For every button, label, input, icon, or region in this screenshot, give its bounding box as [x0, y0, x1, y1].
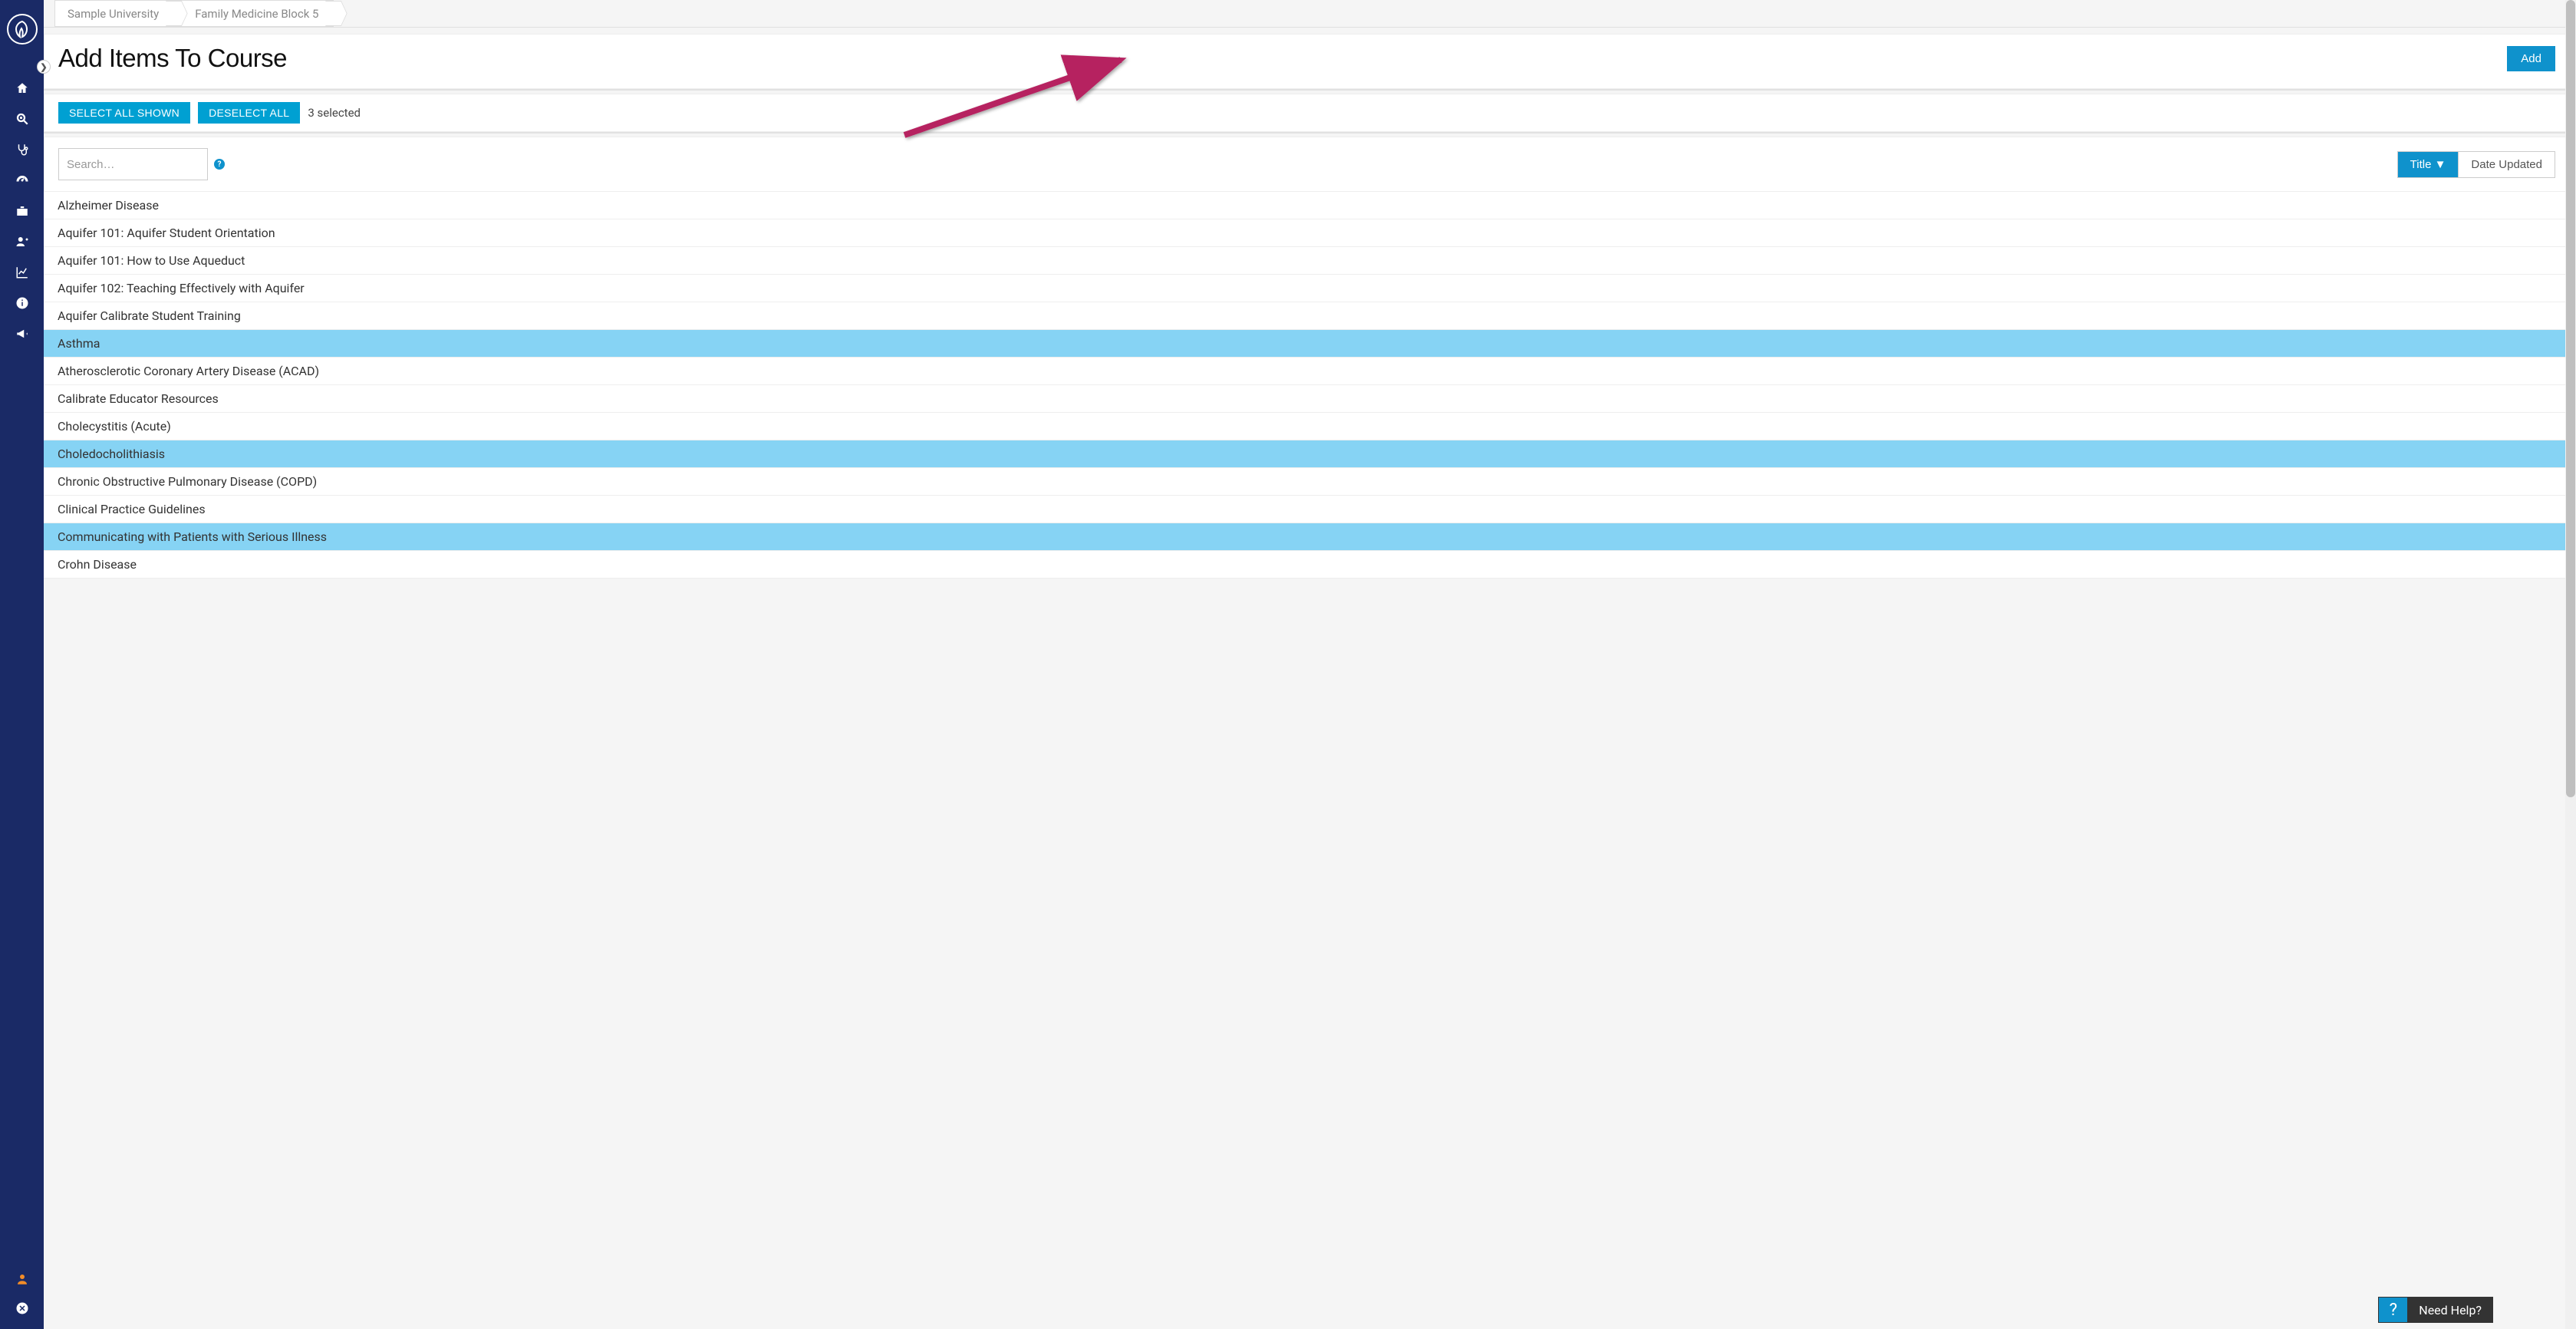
selected-count: 3 selected — [308, 106, 361, 120]
main-content: Sample University Family Medicine Block … — [44, 0, 2570, 1329]
page-header: Add Items To Course Add — [44, 34, 2570, 89]
list-item[interactable]: Calibrate Educator Resources — [44, 385, 2570, 413]
selection-bar: SELECT ALL SHOWN DESELECT ALL 3 selected — [44, 94, 2570, 132]
list-item[interactable]: Chronic Obstructive Pulmonary Disease (C… — [44, 468, 2570, 496]
list-item[interactable]: Cholecystitis (Acute) — [44, 413, 2570, 440]
help-label: Need Help? — [2407, 1297, 2493, 1323]
list-item[interactable]: Communicating with Patients with Serious… — [44, 523, 2570, 551]
close-circle-icon[interactable] — [15, 1301, 29, 1315]
list-item[interactable]: Asthma — [44, 330, 2570, 358]
list-item[interactable]: Choledocholithiasis — [44, 440, 2570, 468]
gauge-icon[interactable] — [15, 173, 29, 187]
help-icon[interactable]: ? — [214, 159, 225, 170]
list-item[interactable]: Crohn Disease — [44, 551, 2570, 579]
sidebar-expand-button[interactable]: ❯ — [37, 60, 51, 74]
briefcase-icon[interactable] — [15, 204, 29, 218]
home-icon[interactable] — [15, 81, 29, 95]
list-item[interactable]: Atherosclerotic Coronary Artery Disease … — [44, 358, 2570, 385]
breadcrumb: Sample University Family Medicine Block … — [44, 0, 2570, 28]
list-item[interactable]: Alzheimer Disease — [44, 192, 2570, 219]
sort-toggle: Title ▼ Date Updated — [2397, 151, 2555, 178]
sort-date-button[interactable]: Date Updated — [2458, 152, 2555, 177]
select-all-button[interactable]: SELECT ALL SHOWN — [58, 102, 190, 124]
scrollbar-thumb[interactable] — [2566, 0, 2575, 797]
deselect-all-button[interactable]: DESELECT ALL — [198, 102, 300, 124]
list-item[interactable]: Clinical Practice Guidelines — [44, 496, 2570, 523]
sidebar-nav: ❯ — [0, 0, 44, 1329]
help-question-icon: ? — [2378, 1297, 2407, 1323]
search-input[interactable] — [58, 148, 208, 180]
line-chart-icon[interactable] — [15, 265, 29, 279]
app-logo — [7, 14, 38, 45]
list-item[interactable]: Aquifer 101: How to Use Aqueduct — [44, 247, 2570, 275]
stethoscope-icon[interactable] — [15, 143, 29, 157]
page-title: Add Items To Course — [58, 44, 287, 73]
bullhorn-icon[interactable] — [15, 327, 29, 341]
search-sort-bar: ? Title ▼ Date Updated — [44, 137, 2570, 192]
list-item[interactable]: Aquifer 101: Aquifer Student Orientation — [44, 219, 2570, 247]
info-icon[interactable] — [15, 296, 29, 310]
list-item[interactable]: Aquifer Calibrate Student Training — [44, 302, 2570, 330]
add-button[interactable]: Add — [2507, 46, 2555, 71]
scrollbar[interactable] — [2565, 0, 2576, 1329]
user-plus-icon[interactable] — [15, 235, 29, 249]
breadcrumb-item[interactable]: Family Medicine Block 5 — [174, 0, 334, 27]
sort-title-button[interactable]: Title ▼ — [2398, 152, 2459, 177]
list-item[interactable]: Aquifer 102: Teaching Effectively with A… — [44, 275, 2570, 302]
search-icon[interactable] — [15, 112, 29, 126]
breadcrumb-item[interactable]: Sample University — [54, 0, 174, 27]
need-help-widget[interactable]: ? Need Help? — [2378, 1297, 2493, 1323]
item-list: Alzheimer DiseaseAquifer 101: Aquifer St… — [44, 192, 2570, 579]
user-icon[interactable] — [15, 1272, 29, 1286]
